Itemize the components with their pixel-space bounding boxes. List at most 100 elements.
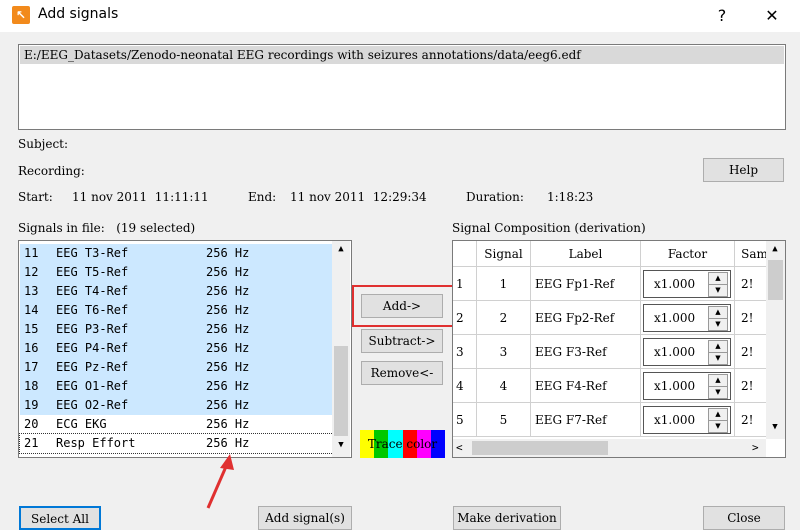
factor-value[interactable]: x1.000 [654,305,695,331]
signal-list-item[interactable]: 12 EEG T5-Ref 256 Hz [20,263,333,282]
help-title-button[interactable]: ? [708,4,736,28]
signal-name: EEG P3-Ref [56,322,129,336]
signal-rate: 256 Hz [206,417,250,431]
add-signals-button[interactable]: Add signal(s) [258,506,352,530]
signal-list-item[interactable]: 15 EEG P3-Ref 256 Hz [20,320,333,339]
scroll-left-icon[interactable]: < [456,439,463,457]
signal-number: 21 [24,436,39,450]
end-label: End: [248,190,277,204]
signal-number: 14 [24,303,39,317]
subtract-button[interactable]: Subtract-> [361,329,443,353]
factor-spinbox[interactable]: x1.000 ▲ ▼ [643,372,731,400]
signal-name: EEG T5-Ref [56,265,129,279]
highlight-box [352,285,458,327]
scroll-up-icon[interactable]: ▲ [334,244,348,254]
factor-spinbox[interactable]: x1.000 ▲ ▼ [643,270,731,298]
signals-header: Signals in file: (19 selected) [18,221,196,235]
factor-value[interactable]: x1.000 [654,339,695,365]
spin-down-icon[interactable]: ▼ [708,284,728,297]
scroll-down-icon[interactable]: ▼ [334,440,348,450]
table-cell-label: EEG Fp1-Ref [531,267,641,301]
signals-list[interactable]: 11 EEG T3-Ref 256 Hz 12 EEG T5-Ref 256 Hz 13 EE… [18,240,352,458]
signal-rate: 256 Hz [206,246,250,260]
signal-name: ECG EKG [56,417,107,431]
spin-down-icon[interactable]: ▼ [708,352,728,365]
signal-rate: 256 Hz [206,265,250,279]
spin-down-icon[interactable]: ▼ [708,318,728,331]
signal-name: EEG T3-Ref [56,246,129,260]
composition-hthumb[interactable] [472,441,608,455]
spin-down-icon[interactable]: ▼ [708,386,728,399]
scroll-right-icon[interactable]: > [752,439,759,457]
table-cell-idx: 3 [453,335,477,369]
make-derivation-button[interactable]: Make derivation [453,506,561,530]
signal-list-item[interactable]: 13 EEG T4-Ref 256 Hz [20,282,333,301]
signal-list-item[interactable]: 17 EEG Pz-Ref 256 Hz [20,358,333,377]
window-title: Add signals [38,6,119,22]
composition-table[interactable]: Signal Label Factor Sam 1 1 EEG Fp1-Ref x1.000 ▲… [452,240,786,458]
table-cell-factor[interactable]: x1.000 ▲ ▼ [641,335,735,369]
table-cell-signal: 5 [477,403,531,437]
signal-number: 13 [24,284,39,298]
table-cell-signal: 3 [477,335,531,369]
duration-value: 1:18:23 [547,190,594,204]
signal-number: 15 [24,322,39,336]
file-list[interactable]: E:/EEG_Datasets/Zenodo-neonatal EEG reco… [18,44,786,130]
composition-header: Signal Composition (derivation) [452,221,646,235]
composition-vthumb[interactable] [768,260,783,300]
signal-number: 16 [24,341,39,355]
column-header[interactable]: Label [531,241,641,267]
signal-list-item[interactable]: 18 EEG O1-Ref 256 Hz [20,377,333,396]
signal-list-item[interactable]: 21 Resp Effort 256 Hz [19,433,334,454]
app-icon: ↖ [12,6,30,24]
factor-value[interactable]: x1.000 [654,373,695,399]
factor-value[interactable]: x1.000 [654,407,695,433]
table-cell-factor[interactable]: x1.000 ▲ ▼ [641,403,735,437]
signal-list-item[interactable]: 19 EEG O2-Ref 256 Hz [20,396,333,415]
signal-rate: 256 Hz [206,398,250,412]
table-cell-signal: 4 [477,369,531,403]
table-cell-idx: 2 [453,301,477,335]
factor-value[interactable]: x1.000 [654,271,695,297]
table-cell-factor[interactable]: x1.000 ▲ ▼ [641,369,735,403]
table-cell-label: EEG F4-Ref [531,369,641,403]
signal-list-item[interactable]: 20 ECG EKG 256 Hz [20,415,333,434]
table-scroll-down-icon[interactable]: ▼ [768,422,782,432]
close-window-button[interactable]: ✕ [758,4,786,28]
signal-list-item[interactable]: 14 EEG T6-Ref 256 Hz [20,301,333,320]
table-scroll-up-icon[interactable]: ▲ [768,244,782,254]
signal-rate: 256 Hz [206,303,250,317]
signal-name: EEG T6-Ref [56,303,129,317]
factor-spinbox[interactable]: x1.000 ▲ ▼ [643,304,731,332]
factor-spinbox[interactable]: x1.000 ▲ ▼ [643,406,731,434]
title-bar [0,0,800,32]
signal-rate: 256 Hz [206,284,250,298]
duration-label: Duration: [466,190,524,204]
trace-color-button[interactable]: Trace color [360,430,446,458]
column-header[interactable]: Signal [477,241,531,267]
factor-spinbox[interactable]: x1.000 ▲ ▼ [643,338,731,366]
remove-button[interactable]: Remove<- [361,361,443,385]
table-cell-idx: 5 [453,403,477,437]
column-header[interactable]: Factor [641,241,735,267]
start-label: Start: [18,190,53,204]
signal-name: EEG Pz-Ref [56,360,129,374]
signal-list-item[interactable]: 16 EEG P4-Ref 256 Hz [20,339,333,358]
column-header[interactable] [453,241,477,267]
table-cell-factor[interactable]: x1.000 ▲ ▼ [641,267,735,301]
table-cell-signal: 1 [477,267,531,301]
close-button[interactable]: Close [703,506,785,530]
help-button[interactable]: Help [703,158,784,182]
signal-name: EEG P4-Ref [56,341,129,355]
signal-rate: 256 Hz [206,341,250,355]
spin-down-icon[interactable]: ▼ [708,420,728,433]
file-path-item[interactable]: E:/EEG_Datasets/Zenodo-neonatal EEG reco… [20,46,784,64]
signal-list-item[interactable]: 11 EEG T3-Ref 256 Hz [20,244,333,263]
signal-number: 20 [24,417,39,431]
recording-label: Recording: [18,164,85,178]
select-all-button[interactable]: Select All [19,506,101,530]
signal-rate: 256 Hz [206,436,250,450]
signals-scroll-thumb[interactable] [334,346,348,436]
table-cell-signal: 2 [477,301,531,335]
table-cell-factor[interactable]: x1.000 ▲ ▼ [641,301,735,335]
